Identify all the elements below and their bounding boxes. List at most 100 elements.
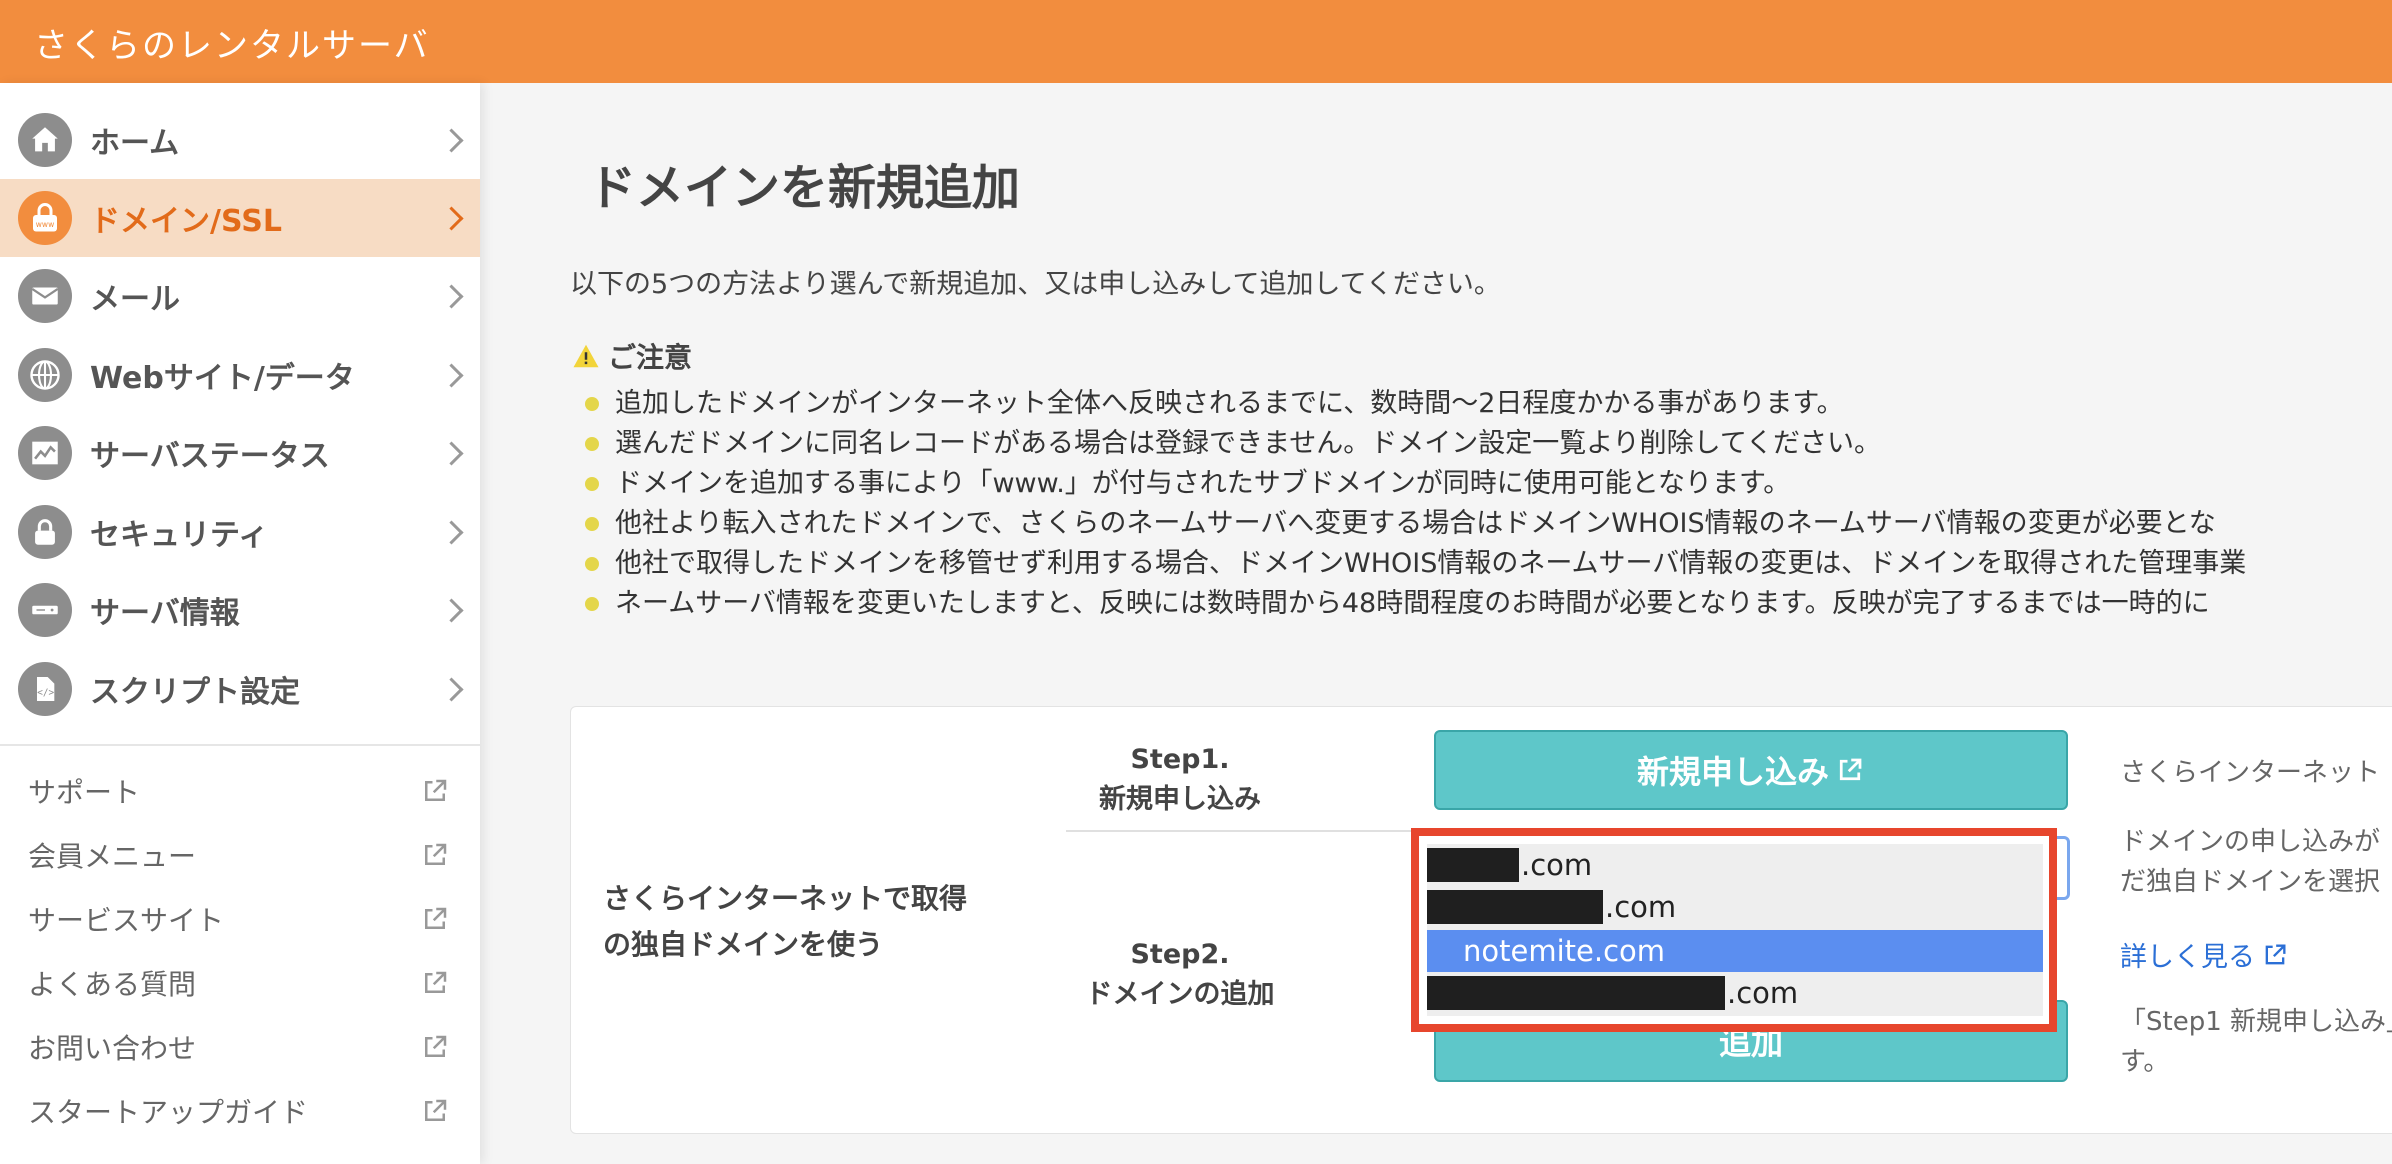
list-item: 他社より転入されたドメインで、さくらのネームサーバへ変更する場合はドメインWHO… [585, 504, 2392, 544]
script-file-icon: </> [18, 662, 72, 716]
server-icon [18, 583, 72, 637]
method-label: さくらインターネットで取得 の独自ドメインを使う [603, 876, 1023, 968]
note-text: 他社より転入されたドメインで、さくらのネームサーバへ変更する場合はドメインWHO… [615, 508, 2216, 539]
sidebar-item-label: ホーム [90, 126, 180, 161]
sidebar-item-server-info[interactable]: サーバ情報 [0, 571, 480, 649]
description-line: す。 [2120, 1047, 2170, 1077]
external-link-icon [425, 907, 447, 929]
chevron-right-icon [439, 205, 464, 231]
home-icon [18, 113, 72, 167]
notice-title: ご注意 [608, 341, 693, 374]
list-item: 他社で取得したドメインを移管せず利用する場合、ドメインWHOIS情報のネームサー… [585, 544, 2392, 584]
sidebar-item-server-status[interactable]: サーバステータス [0, 414, 480, 492]
lock-icon [18, 505, 72, 559]
sidebar-link-label: サービスサイト [28, 904, 225, 937]
sidebar-link-service-site[interactable]: サービスサイト [0, 889, 480, 949]
sidebar-item-label: ドメイン/SSL [90, 204, 282, 239]
mail-icon [18, 269, 72, 323]
redacted-block [1427, 890, 1603, 924]
sidebar-link-label: お問い合わせ [28, 1032, 197, 1065]
external-link-icon [425, 1035, 447, 1057]
description-line: 「Step1 新規申し込み」 [2120, 1007, 2392, 1037]
sidebar-item-website[interactable]: Webサイト/データ [0, 336, 480, 414]
intro-text: 以下の5つの方法より選んで新規追加、又は申し込みして追加してください。 [570, 269, 1501, 300]
sidebar-item-label: メール [90, 282, 180, 317]
sidebar-link-label: サポート [28, 776, 141, 809]
svg-text:</>: </> [37, 688, 54, 699]
domain-option-selected[interactable]: notemite.com [1427, 930, 2043, 972]
notice-heading: ご注意 [570, 336, 692, 376]
chevron-right-icon [439, 362, 464, 388]
sidebar-item-label: スクリプト設定 [90, 675, 300, 710]
method-label-line: の独自ドメインを使う [603, 928, 884, 961]
chevron-right-icon [439, 519, 464, 545]
bullet-icon [585, 477, 599, 491]
method-label-line: さくらインターネットで取得 [603, 882, 968, 915]
chevron-right-icon [439, 283, 464, 309]
sidebar-link-member-menu[interactable]: 会員メニュー [0, 825, 480, 885]
step-divider [1066, 830, 1431, 832]
page-title: ドメインを新規追加 [588, 160, 1021, 216]
sidebar-item-domain-ssl[interactable]: www ドメイン/SSL [0, 179, 480, 257]
redacted-block [1427, 976, 1725, 1010]
sidebar-item-home[interactable]: ホーム [0, 101, 480, 179]
bullet-icon [585, 517, 599, 531]
step2-label: Step2. ドメインの追加 [1070, 935, 1290, 1015]
bullet-icon [585, 597, 599, 611]
step-note: 「Step1 新規申し込み」 す。 [2120, 1002, 2392, 1082]
sidebar: ホーム www ドメイン/SSL メール Webサイト/データ サーバステータス [0, 83, 480, 1164]
list-item: 追加したドメインがインターネット全体へ反映されるまでに、数時間〜2日程度かかる事… [585, 384, 2392, 424]
sidebar-link-contact[interactable]: お問い合わせ [0, 1017, 480, 1077]
external-link-icon [425, 971, 447, 993]
option-suffix: .com [1521, 848, 1593, 882]
chart-icon [18, 426, 72, 480]
external-link-icon [425, 1099, 447, 1121]
domain-option-list: .com .com notemite.com .com [1427, 844, 2043, 1016]
list-item: ネームサーバ情報を変更いたしますと、反映には数時間から48時間程度のお時間が必要… [585, 584, 2392, 624]
option-label: notemite.com [1463, 934, 1666, 968]
domain-dropdown-highlight: .com .com notemite.com .com [1411, 828, 2057, 1032]
chevron-right-icon [439, 676, 464, 702]
step2-description: ドメインの申し込みが だ独自ドメインを選択 [2120, 822, 2380, 902]
chevron-right-icon [439, 440, 464, 466]
sidebar-link-startup-guide[interactable]: スタートアップガイド [0, 1081, 480, 1141]
domain-option[interactable]: .com [1427, 886, 2043, 928]
list-item: ドメインを追加する事により「www.」が付与されたサブドメインが同時に使用可能と… [585, 464, 2392, 504]
sidebar-item-label: サーバステータス [90, 439, 330, 474]
description-line: ドメインの申し込みが [2120, 827, 2381, 857]
domain-option[interactable]: .com [1427, 972, 2043, 1014]
note-text: ドメインを追加する事により「www.」が付与されたサブドメインが同時に使用可能と… [615, 468, 1791, 499]
step1-description: さくらインターネット [2120, 758, 2381, 788]
step1-subtitle: 新規申し込み [1099, 784, 1261, 815]
bullet-icon [585, 437, 599, 451]
step1-label: Step1. 新規申し込み [1070, 740, 1290, 820]
note-text: 追加したドメインがインターネット全体へ反映されるまでに、数時間〜2日程度かかる事… [615, 388, 1844, 419]
brand-title[interactable]: さくらのレンタルサーバ [34, 18, 430, 67]
redacted-block [1427, 848, 1519, 882]
sidebar-link-support[interactable]: サポート [0, 761, 480, 821]
note-text: ネームサーバ情報を変更いたしますと、反映には数時間から48時間程度のお時間が必要… [615, 588, 2210, 619]
new-application-button[interactable]: 新規申し込み [1434, 730, 2068, 810]
step2-title: Step2. [1130, 939, 1230, 970]
note-text: 他社で取得したドメインを移管せず利用する場合、ドメインWHOIS情報のネームサー… [615, 548, 2247, 579]
external-link-icon [425, 843, 447, 865]
description-line: だ独自ドメインを選択 [2120, 867, 2381, 897]
sidebar-item-security[interactable]: セキュリティ [0, 493, 480, 571]
domain-option[interactable]: .com [1427, 844, 2043, 886]
warning-icon [573, 344, 599, 368]
button-label: 新規申し込み [1636, 753, 1829, 791]
option-suffix: .com [1605, 890, 1677, 924]
sidebar-link-label: スタートアップガイド [28, 1096, 309, 1129]
svg-text:www: www [36, 220, 54, 229]
sidebar-item-mail[interactable]: メール [0, 257, 480, 335]
domain-lock-icon: www [18, 191, 72, 245]
sidebar-item-script-settings[interactable]: </> スクリプト設定 [0, 650, 480, 728]
list-item: 選んだドメインに同名レコードがある場合は登録できません。ドメイン設定一覧より削除… [585, 424, 2392, 464]
sidebar-link-faq[interactable]: よくある質問 [0, 953, 480, 1013]
details-link[interactable]: 詳しく見る [2120, 935, 2289, 974]
option-suffix: .com [1727, 976, 1799, 1010]
globe-icon [18, 348, 72, 402]
sidebar-item-label: Webサイト/データ [90, 361, 355, 396]
app-header: さくらのレンタルサーバ [0, 0, 2392, 83]
note-text: 選んだドメインに同名レコードがある場合は登録できません。ドメイン設定一覧より削除… [615, 428, 1882, 459]
